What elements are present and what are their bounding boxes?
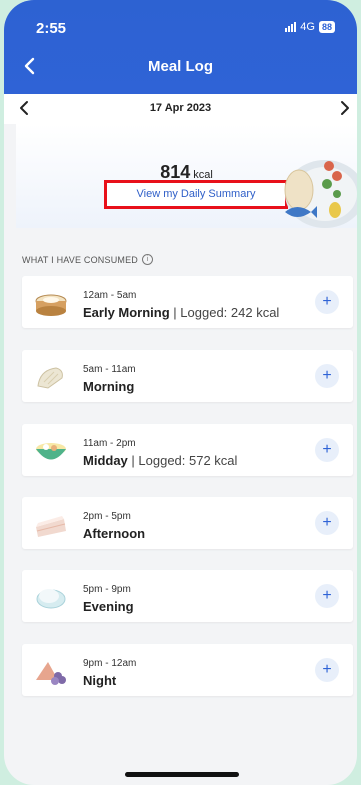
status-time: 2:55 bbox=[36, 20, 67, 37]
fruit-snack-icon bbox=[36, 662, 66, 685]
meal-name: Afternoon bbox=[83, 526, 146, 541]
food-plate-illustration bbox=[284, 160, 357, 228]
battery-icon: 88 bbox=[318, 21, 335, 33]
consumed-section-title: WHAT I HAVE CONSUMED i bbox=[22, 254, 154, 265]
add-meal-button[interactable]: + bbox=[315, 658, 339, 682]
chevron-right-icon[interactable] bbox=[335, 98, 353, 118]
app-header: 2:55 4G 88 Meal Log bbox=[4, 0, 357, 94]
meal-name-line: Early Morning | Logged: 242 kcal bbox=[83, 305, 279, 320]
meal-card-midday[interactable]: 11am - 2pm Midday | Logged: 572 kcal + bbox=[22, 424, 353, 476]
meal-time: 2pm - 5pm bbox=[83, 511, 131, 522]
summary-link-highlight: View my Daily Summary bbox=[104, 180, 288, 209]
meal-name: Early Morning bbox=[83, 305, 170, 320]
date-navigator: 17 Apr 2023 bbox=[4, 94, 357, 124]
add-meal-button[interactable]: + bbox=[315, 290, 339, 314]
kcal-value: 814 bbox=[160, 162, 191, 182]
meal-logged: | Logged: 242 kcal bbox=[169, 305, 280, 320]
meal-name-line: Evening bbox=[83, 599, 134, 614]
daily-summary-card: 814 kcal View my Daily Summary bbox=[16, 124, 357, 228]
add-meal-button[interactable]: + bbox=[315, 511, 339, 535]
dumpling-basket-icon bbox=[35, 294, 67, 316]
view-daily-summary-link[interactable]: View my Daily Summary bbox=[107, 183, 285, 206]
current-date: 17 Apr 2023 bbox=[149, 102, 212, 114]
cake-slice-icon bbox=[36, 516, 66, 537]
bun-icon bbox=[36, 589, 66, 609]
signal-icon bbox=[285, 22, 297, 32]
meal-card-night[interactable]: 9pm - 12am Night + bbox=[22, 644, 353, 696]
meal-card-afternoon[interactable]: 2pm - 5pm Afternoon + bbox=[22, 497, 353, 549]
meal-card-early-morning[interactable]: 12am - 5am Early Morning | Logged: 242 k… bbox=[22, 276, 353, 328]
meal-name-line: Morning bbox=[83, 379, 134, 394]
meal-card-morning[interactable]: 5am - 11am Morning + bbox=[22, 350, 353, 402]
status-indicators: 4G 88 bbox=[285, 21, 335, 33]
add-meal-button[interactable]: + bbox=[315, 364, 339, 388]
meal-name: Night bbox=[83, 673, 117, 688]
meal-logged: | Logged: 572 kcal bbox=[127, 453, 238, 468]
page-title: Meal Log bbox=[147, 58, 213, 75]
phone-screen: 2:55 4G 88 Meal Log 17 Apr 2023 814 kcal … bbox=[4, 0, 357, 785]
info-icon[interactable]: i bbox=[142, 254, 154, 265]
meal-name: Midday bbox=[83, 453, 128, 468]
meal-name: Evening bbox=[83, 599, 134, 614]
section-title-text: WHAT I HAVE CONSUMED bbox=[22, 254, 139, 265]
network-label: 4G bbox=[300, 21, 315, 33]
meal-name-line: Midday | Logged: 572 kcal bbox=[83, 453, 237, 468]
meal-time: 12am - 5am bbox=[83, 290, 137, 301]
meal-time: 5pm - 9pm bbox=[83, 584, 131, 595]
meal-name: Morning bbox=[83, 379, 135, 394]
bread-icon bbox=[37, 367, 63, 389]
meal-name-line: Night bbox=[83, 673, 116, 688]
add-meal-button[interactable]: + bbox=[315, 438, 339, 462]
add-meal-button[interactable]: + bbox=[315, 584, 339, 608]
meal-time: 5am - 11am bbox=[83, 364, 136, 375]
noodle-bowl-icon bbox=[36, 443, 66, 460]
meal-time: 11am - 2pm bbox=[83, 438, 136, 449]
meal-time: 9pm - 12am bbox=[83, 658, 137, 669]
home-indicator[interactable] bbox=[125, 772, 239, 777]
meal-name-line: Afternoon bbox=[83, 526, 145, 541]
meal-card-evening[interactable]: 5pm - 9pm Evening + bbox=[22, 570, 353, 622]
